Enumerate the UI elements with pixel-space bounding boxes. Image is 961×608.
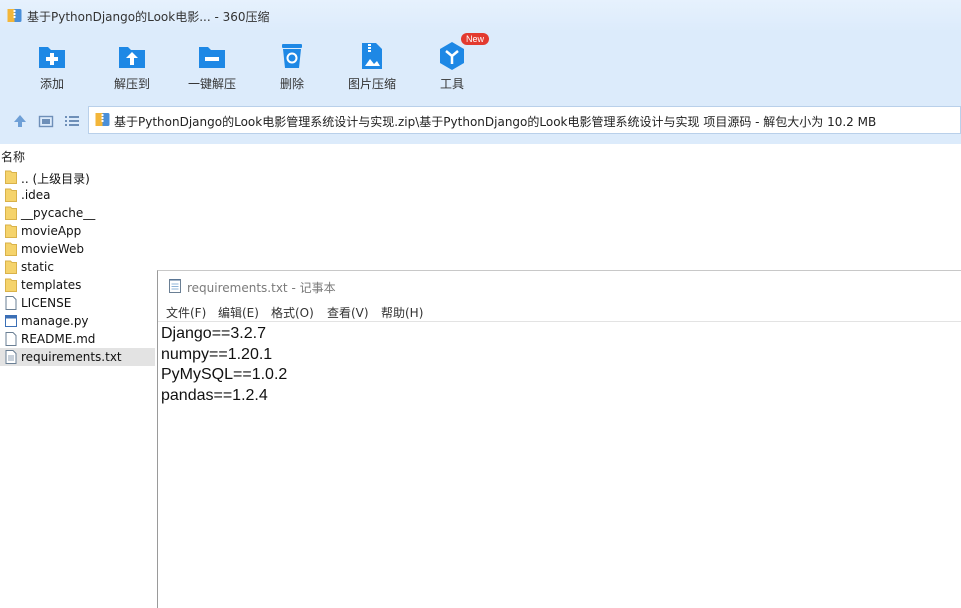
- folder-icon: [5, 170, 17, 184]
- image-compress-button[interactable]: 图片压缩: [332, 40, 412, 92]
- archive-icon: [95, 113, 110, 126]
- tools-button-label: 工具: [439, 77, 464, 91]
- file-name: .idea: [21, 188, 51, 202]
- folder-icon: [5, 242, 17, 256]
- image-compress-icon: [362, 43, 382, 69]
- text-line: numpy==1.20.1: [161, 345, 273, 363]
- trash-icon: [282, 44, 302, 68]
- menu-edit[interactable]: 编辑(E): [218, 304, 259, 321]
- notepad-icon: [169, 279, 181, 293]
- file-list-item[interactable]: movieApp: [0, 222, 155, 240]
- file-name: movieWeb: [21, 242, 85, 256]
- extract-to-button-label: 解压到: [113, 77, 150, 91]
- one-click-extract-button[interactable]: 一键解压: [172, 40, 252, 92]
- image-compress-button-label: 图片压缩: [347, 77, 396, 91]
- add-button-label: 添加: [39, 77, 64, 91]
- address-bar: 基于PythonDjango的Look电影管理系统设计与实现.zip\基于Pyt…: [0, 98, 961, 144]
- menu-file[interactable]: 文件(F): [166, 304, 206, 321]
- delete-button-label: 删除: [279, 77, 304, 91]
- file-icon: [5, 332, 17, 346]
- file-list-item[interactable]: movieWeb: [0, 240, 155, 258]
- tools-icon: [440, 42, 464, 70]
- menu-format[interactable]: 格式(O): [271, 304, 314, 321]
- file-list-item[interactable]: .idea: [0, 186, 155, 204]
- file-name: __pycache__: [21, 206, 96, 220]
- text-line: Django==3.2.7: [161, 325, 266, 342]
- file-name: .. (上级目录): [21, 172, 90, 186]
- extract-to-icon: [119, 47, 145, 68]
- add-folder-icon: [39, 47, 65, 68]
- notepad-menu-bar: 文件(F) 编辑(E) 格式(O) 查看(V) 帮助(H): [158, 301, 961, 322]
- notepad-text-area[interactable]: Django==3.2.7 numpy==1.20.1 PyMySQL==1.0.2…: [161, 324, 287, 406]
- file-icon: [5, 296, 17, 310]
- tools-button[interactable]: New 工具: [412, 33, 492, 92]
- window-title: 基于PythonDjango的Look电影... - 360压缩: [27, 10, 270, 24]
- list-view-icon[interactable]: [64, 113, 80, 129]
- folder-icon: [5, 278, 17, 292]
- title-bar: 基于PythonDjango的Look电影... - 360压缩: [0, 0, 961, 32]
- add-button[interactable]: 添加: [12, 40, 92, 92]
- file-name: manage.py: [21, 314, 89, 328]
- archive-icon: [7, 9, 22, 22]
- text-file-icon: [5, 350, 17, 364]
- file-list-item[interactable]: README.md: [0, 330, 155, 348]
- path-text: 基于PythonDjango的Look电影管理系统设计与实现.zip\基于Pyt…: [114, 115, 877, 129]
- file-list-item[interactable]: __pycache__: [0, 204, 155, 222]
- folder-icon: [5, 224, 17, 238]
- python-file-icon: [5, 315, 17, 327]
- file-name: templates: [21, 278, 82, 292]
- file-name: movieApp: [21, 224, 82, 238]
- file-list-item[interactable]: LICENSE: [0, 294, 155, 312]
- one-click-extract-icon: [199, 47, 225, 68]
- thumbnail-view-icon[interactable]: [38, 113, 54, 129]
- file-list-item[interactable]: requirements.txt: [0, 348, 155, 366]
- column-header: 名称: [0, 145, 961, 167]
- file-list-item[interactable]: templates: [0, 276, 155, 294]
- path-field[interactable]: 基于PythonDjango的Look电影管理系统设计与实现.zip\基于Pyt…: [88, 106, 961, 134]
- file-list-item[interactable]: manage.py: [0, 312, 155, 330]
- file-list: .. (上级目录) .idea __pycache__ movieApp movieWe…: [0, 168, 157, 366]
- new-badge: New: [461, 33, 490, 45]
- menu-help[interactable]: 帮助(H): [381, 304, 423, 321]
- notepad-title-bar: requirements.txt - 记事本: [158, 271, 961, 300]
- folder-icon: [5, 206, 17, 220]
- up-level-icon[interactable]: [12, 113, 28, 129]
- folder-icon: [5, 260, 17, 274]
- text-line: PyMySQL==1.0.2: [161, 366, 288, 383]
- file-name: LICENSE: [21, 296, 72, 310]
- notepad-title: requirements.txt - 记事本: [187, 281, 336, 295]
- text-line: pandas==1.2.4: [161, 386, 268, 404]
- delete-button[interactable]: 删除: [252, 40, 332, 92]
- file-name: README.md: [21, 332, 96, 346]
- column-name-header[interactable]: 名称: [1, 148, 25, 165]
- toolbar: 添加 解压到 一键解压 删除 图片压缩 New 工具: [0, 32, 961, 98]
- file-name: static: [21, 260, 54, 274]
- file-name: requirements.txt: [21, 350, 122, 364]
- one-click-extract-button-label: 一键解压: [187, 77, 236, 91]
- notepad-window: requirements.txt - 记事本 文件(F) 编辑(E) 格式(O)…: [157, 270, 961, 608]
- menu-view[interactable]: 查看(V): [327, 304, 369, 321]
- folder-icon: [5, 188, 17, 202]
- file-list-item[interactable]: .. (上级目录): [0, 168, 155, 186]
- file-list-item[interactable]: static: [0, 258, 155, 276]
- extract-to-button[interactable]: 解压到: [92, 40, 172, 92]
